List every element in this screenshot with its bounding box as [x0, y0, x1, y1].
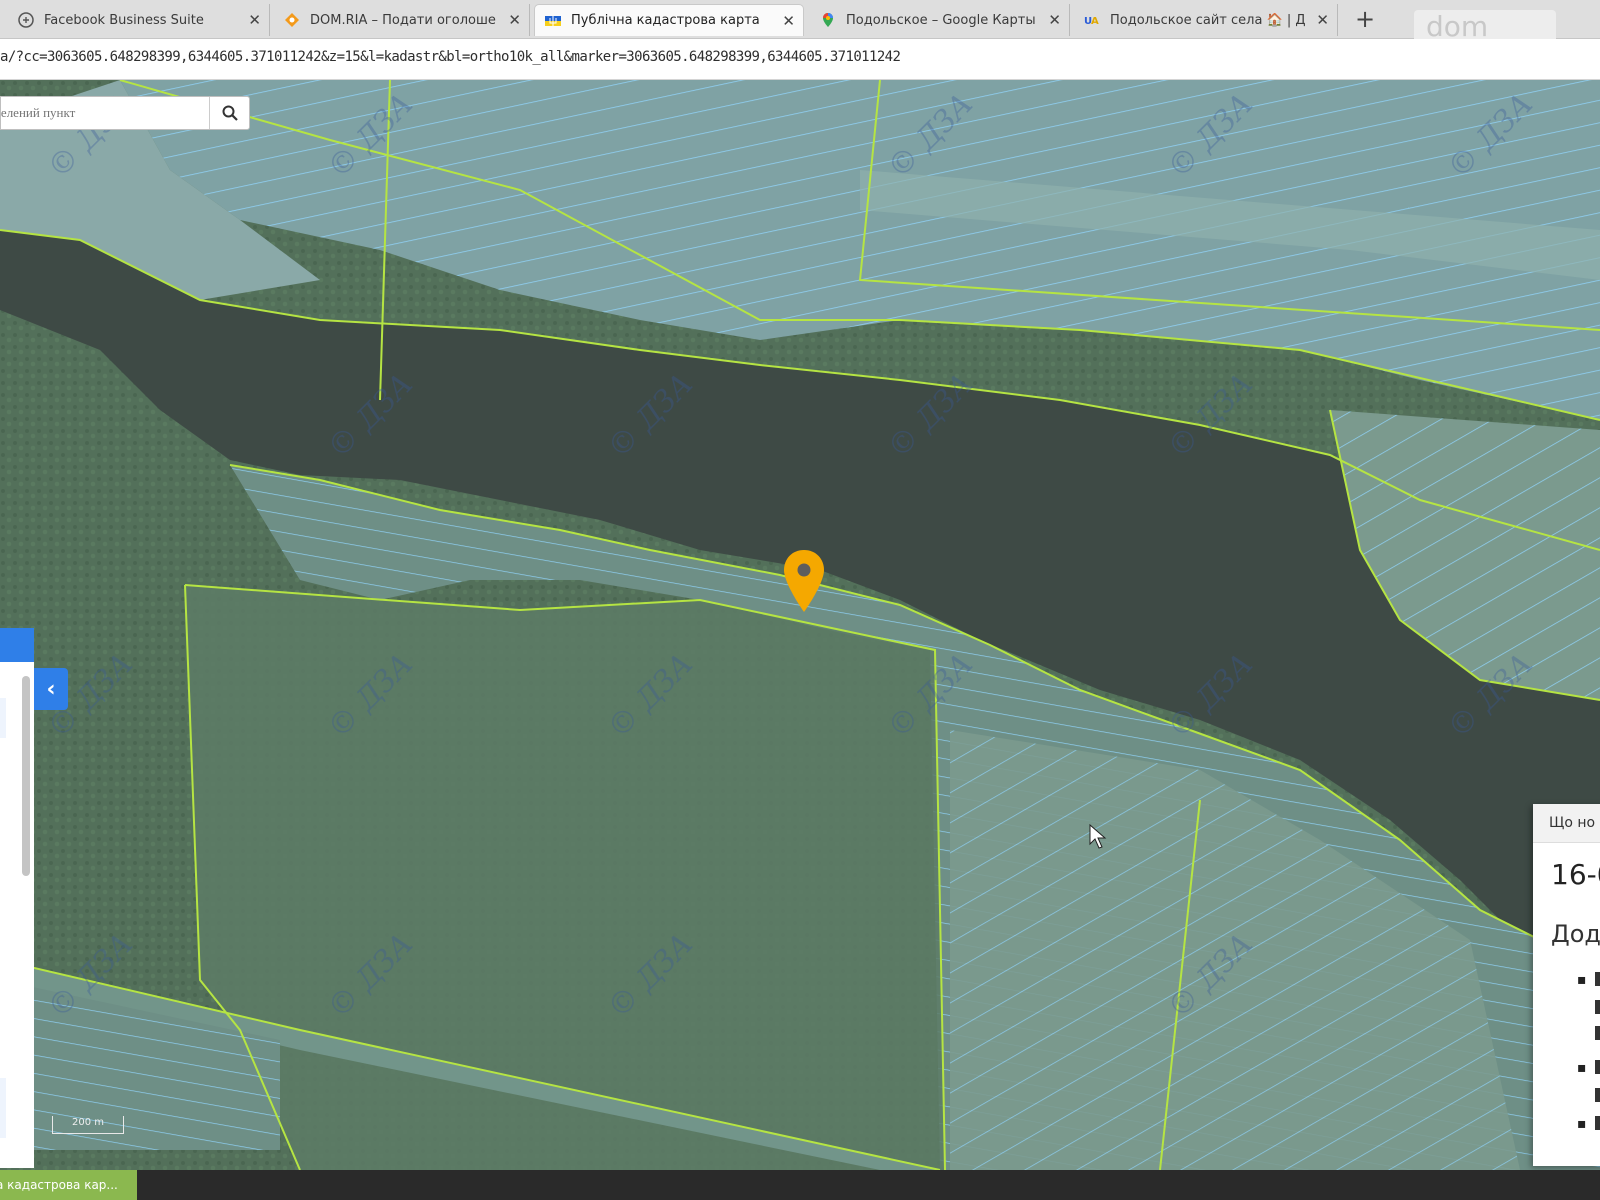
tab-title: Подольское сайт села 🏠 | Д: [1110, 12, 1306, 28]
info-subtitle: Дода: [1551, 920, 1600, 948]
side-panel-scrollbar[interactable]: [22, 676, 30, 876]
side-panel-header: [0, 628, 34, 662]
new-tab-button[interactable]: +: [1352, 6, 1378, 32]
taskbar: а кадастрова кар...: [0, 1170, 1600, 1200]
svg-text:A: A: [1091, 16, 1099, 27]
side-panel-item[interactable]: [0, 1078, 6, 1138]
info-text: [1595, 1116, 1600, 1130]
tab-google-maps[interactable]: Подольское – Google Карты ✕: [810, 4, 1070, 36]
parcel-info-panel: Що но 16-0 Дода ▪ ▪ ▪: [1533, 804, 1600, 1166]
ua-site-icon: UA: [1084, 12, 1100, 28]
forest-block: [185, 585, 945, 1170]
tab-domria[interactable]: DOM.RIA – Подати оголоше ✕: [274, 4, 530, 36]
info-text: [1595, 1088, 1600, 1102]
tab-cadastral-map[interactable]: Публічна кадастрова карта ✕: [534, 4, 804, 36]
facebook-business-icon: [18, 12, 34, 28]
search-button[interactable]: [209, 97, 250, 129]
settlement-search: [0, 96, 250, 130]
tab-title: Подольское – Google Карты: [846, 12, 1036, 28]
taskbar-window-button[interactable]: а кадастрова кар...: [0, 1170, 137, 1200]
tab-title: Facebook Business Suite: [44, 12, 204, 28]
close-icon[interactable]: ✕: [508, 11, 521, 29]
trident-icon: [545, 13, 561, 29]
close-icon[interactable]: ✕: [248, 11, 261, 29]
tab-bar: Facebook Business Suite ✕ DOM.RIA – Пода…: [0, 0, 1600, 44]
info-text: [1595, 972, 1600, 986]
url-text[interactable]: a/?cc=3063605.648298399,6344605.37101124…: [0, 49, 901, 65]
info-bullet: ▪: [1577, 1116, 1587, 1132]
collapse-panel-button[interactable]: ‹: [34, 668, 68, 710]
map-canvas[interactable]: © ДЗА © ДЗА © ДЗА © ДЗА © ДЗА © ДЗА © ДЗ…: [0, 80, 1600, 1170]
close-icon[interactable]: ✕: [1048, 11, 1061, 29]
info-text: [1595, 1026, 1600, 1040]
domria-icon: [284, 12, 300, 28]
info-text: [1595, 1060, 1600, 1074]
tab-podolske-site[interactable]: UA Подольское сайт села 🏠 | Д ✕: [1074, 4, 1338, 36]
parcel-number: 16-0: [1551, 858, 1600, 891]
google-maps-pin-icon: [820, 12, 836, 28]
layers-side-panel: [0, 628, 34, 1168]
search-input[interactable]: [1, 97, 207, 129]
address-bar[interactable]: a/?cc=3063605.648298399,6344605.37101124…: [0, 39, 1600, 80]
side-panel-item[interactable]: [0, 698, 6, 738]
info-panel-header[interactable]: Що но: [1533, 804, 1600, 843]
close-icon[interactable]: ✕: [1316, 11, 1329, 29]
map-scale: 200 m: [52, 1116, 124, 1134]
info-bullet: ▪: [1577, 972, 1587, 988]
close-icon[interactable]: ✕: [782, 12, 795, 30]
tab-facebook-business-suite[interactable]: Facebook Business Suite ✕: [8, 4, 270, 36]
search-icon: [222, 105, 238, 121]
info-bullet: ▪: [1577, 1060, 1587, 1076]
info-text: [1595, 1000, 1600, 1014]
cadastral-map[interactable]: © ДЗА © ДЗА © ДЗА © ДЗА © ДЗА © ДЗА © ДЗ…: [0, 80, 1600, 1170]
tab-title: Публічна кадастрова карта: [571, 13, 760, 28]
tab-title: DOM.RIA – Подати оголоше: [310, 12, 496, 28]
